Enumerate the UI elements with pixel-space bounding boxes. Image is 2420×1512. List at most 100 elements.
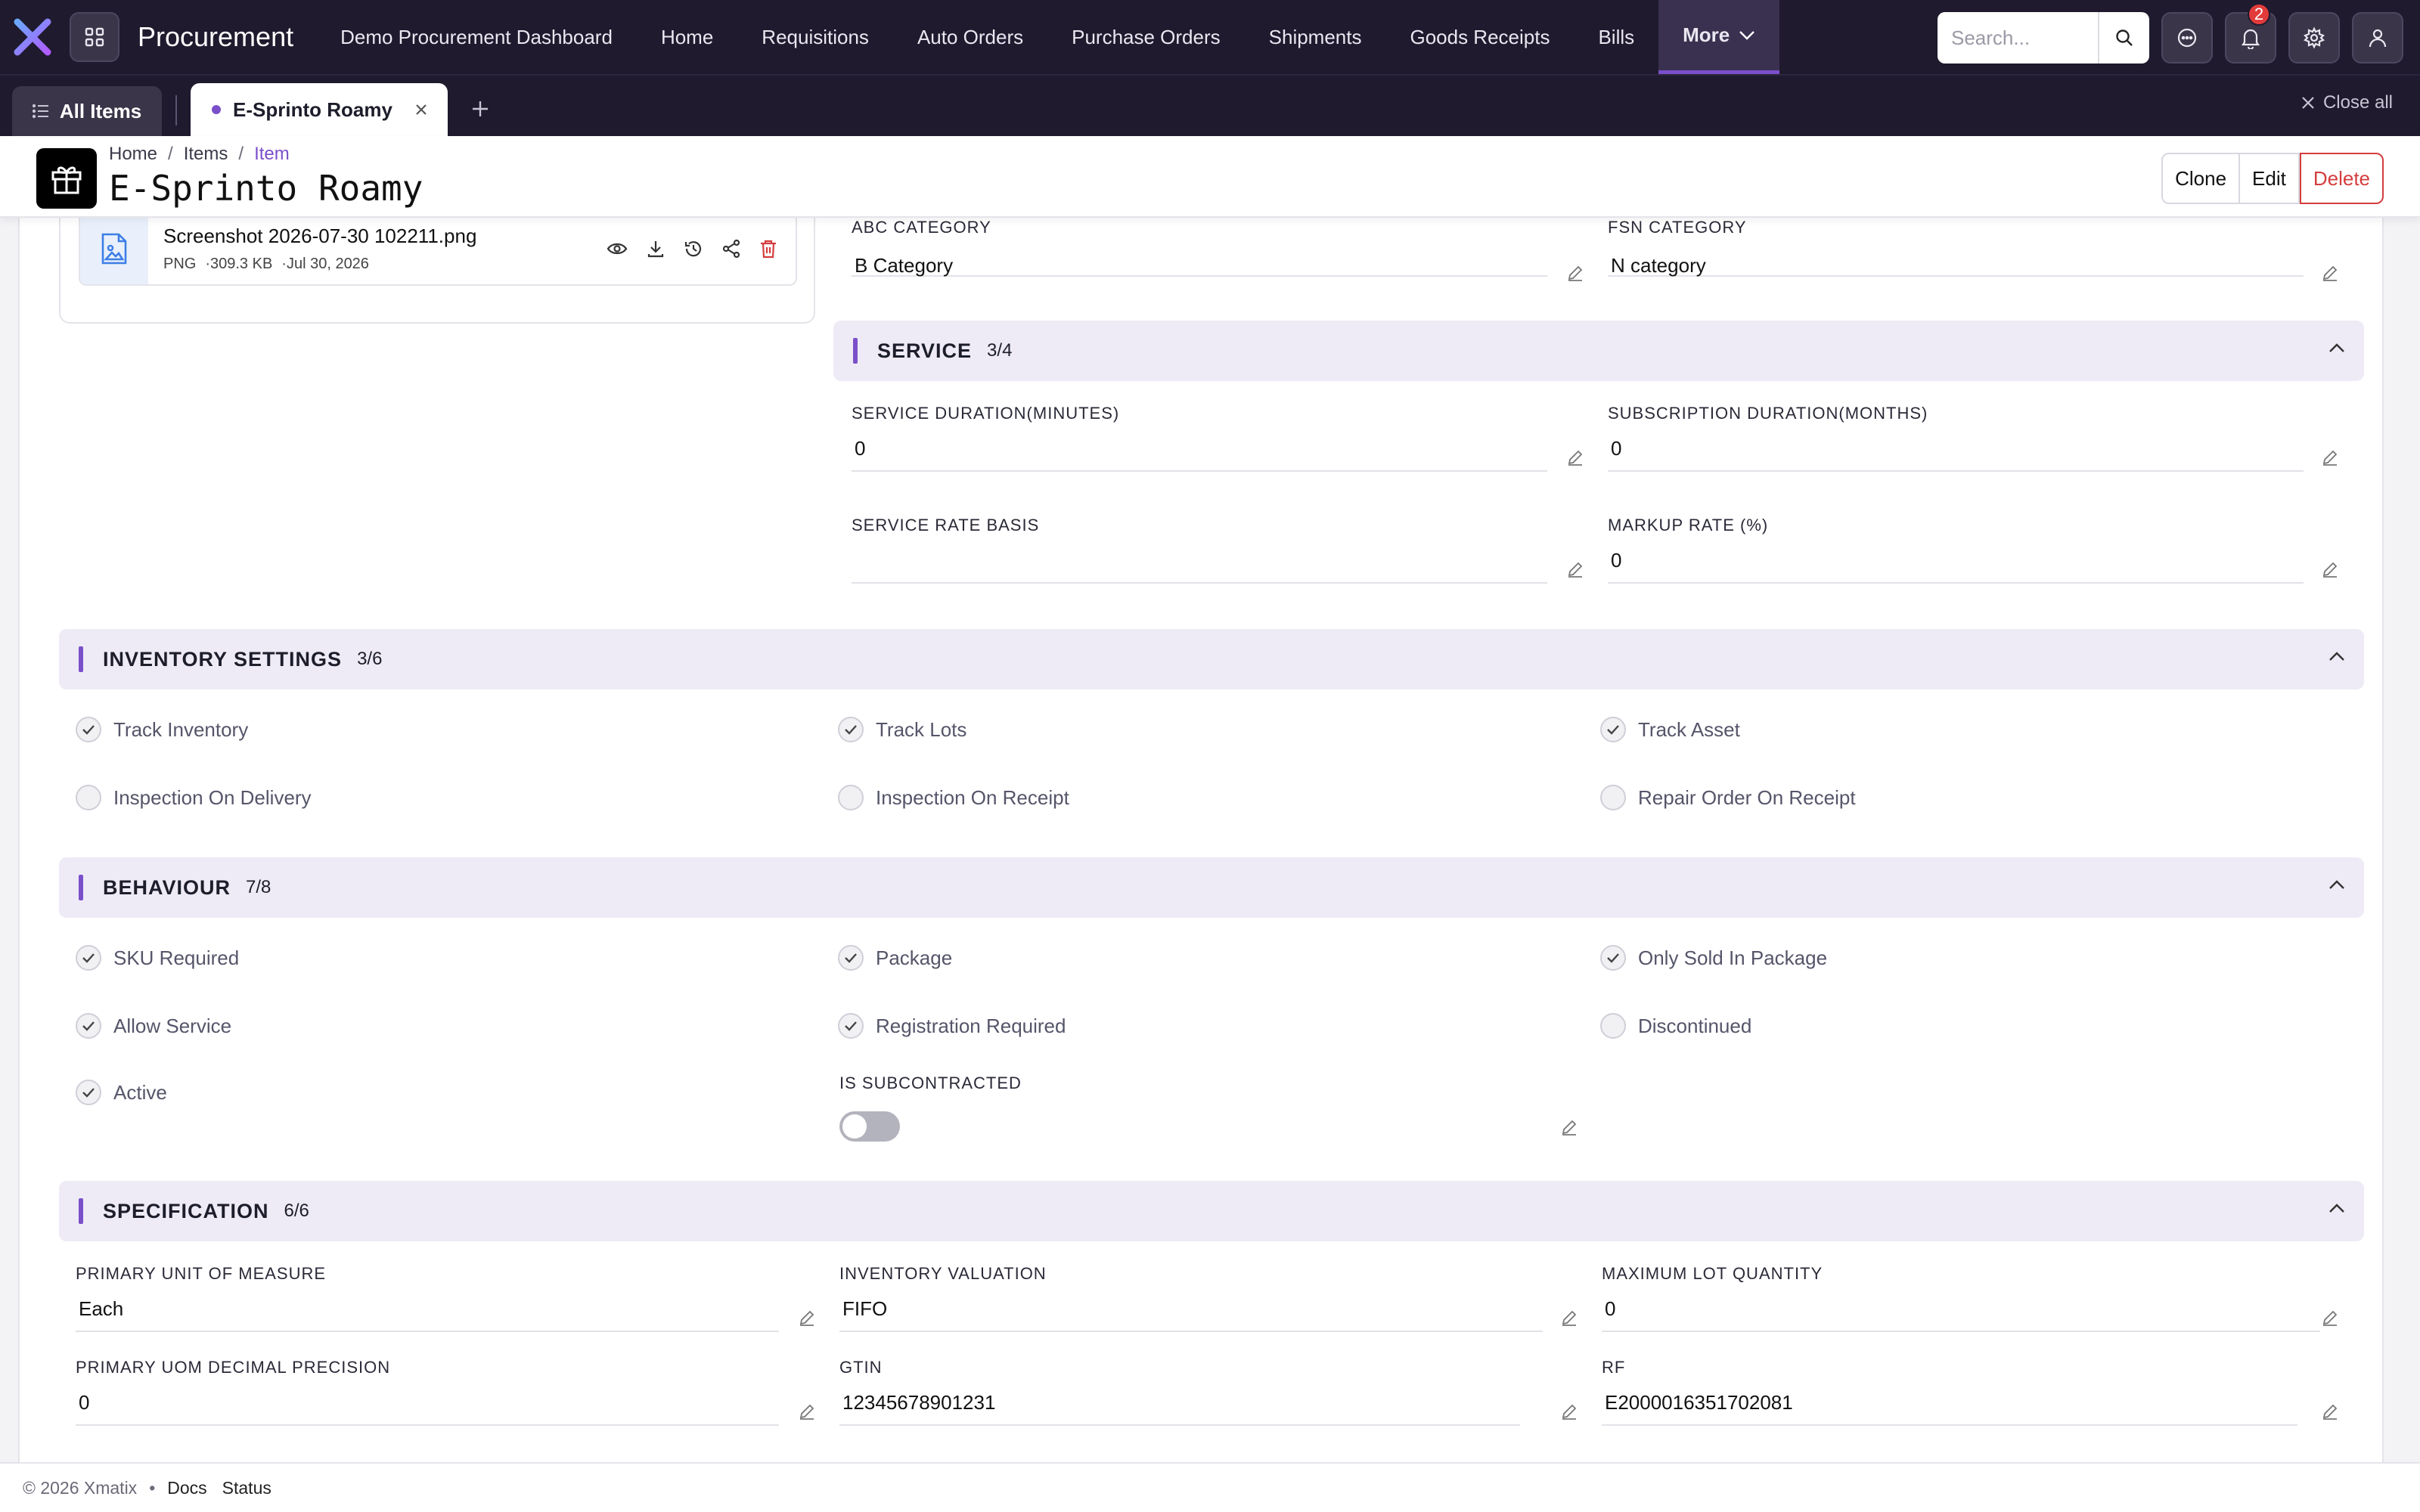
edit-button[interactable]: Edit [2240, 153, 2300, 204]
allow-service-checkbox[interactable]: Allow Service [76, 1013, 231, 1039]
tab-e-sprinto-roamy[interactable]: E-Sprinto Roamy [191, 83, 448, 136]
repair-order-on-receipt-checkbox[interactable]: Repair Order On Receipt [1600, 785, 1856, 810]
close-tab-button[interactable] [414, 98, 428, 122]
abc-category-label: ABC CATEGORY [852, 218, 991, 237]
xmatix-logo-icon[interactable] [9, 14, 56, 60]
footer-status-link[interactable]: Status [222, 1478, 271, 1498]
subscription-duration-field: SUBSCRIPTION DURATION(MONTHS) 0 [1608, 404, 2349, 472]
only-sold-in-package-checkbox[interactable]: Only Sold In Package [1600, 945, 1827, 971]
field-underline [852, 546, 1547, 584]
field-underline [1602, 1294, 2320, 1332]
edit-service-rate-basis-button[interactable] [1567, 561, 1584, 581]
package-checkbox[interactable]: Package [838, 945, 952, 971]
share-attachment-button[interactable] [721, 239, 741, 259]
notifications-button[interactable]: 2 [2225, 3, 2276, 64]
trash-icon [761, 240, 776, 259]
chevron-up-icon[interactable] [2328, 342, 2346, 354]
edit-inventory-valuation-button[interactable] [1561, 1309, 1578, 1330]
search-button[interactable] [2098, 12, 2149, 64]
track-asset-checkbox[interactable]: Track Asset [1600, 717, 1740, 742]
edit-fsn-category-button[interactable] [2322, 265, 2338, 285]
attachment-history-button[interactable] [684, 239, 703, 259]
add-tab-button[interactable] [470, 99, 490, 122]
item-detail-content[interactable]: Screenshot 2026-07-30 102211.png PNG ·309… [18, 218, 2384, 1462]
breadcrumb-items[interactable]: Items [184, 144, 228, 164]
nav-more-dropdown[interactable]: More [1658, 0, 1780, 74]
tab-all-items[interactable]: All Items [12, 86, 162, 136]
nav-demo-dashboard[interactable]: Demo Procurement Dashboard [316, 0, 637, 74]
track-inventory-checkbox[interactable]: Track Inventory [76, 717, 248, 742]
attachment-file-name: Screenshot 2026-07-30 102211.png [163, 225, 477, 247]
checkbox-label: Track Lots [876, 717, 967, 741]
service-rate-basis-label: SERVICE RATE BASIS [852, 516, 1040, 534]
active-checkbox[interactable]: Active [76, 1080, 167, 1105]
chevron-up-icon[interactable] [2328, 650, 2346, 662]
footer-docs-link[interactable]: Docs [167, 1478, 206, 1498]
search-input[interactable] [1938, 12, 2098, 64]
download-attachment-button[interactable] [646, 239, 666, 259]
primary-uom-value: Each [79, 1297, 124, 1320]
checkbox-label: Inspection On Delivery [113, 785, 312, 809]
inventory-valuation-field: INVENTORY VALUATION FIFO [839, 1264, 1581, 1332]
registration-required-checkbox[interactable]: Registration Required [838, 1013, 1066, 1039]
edit-abc-category-button[interactable] [1567, 265, 1584, 285]
subscription-duration-label: SUBSCRIPTION DURATION(MONTHS) [1608, 404, 1928, 423]
checkbox-indicator [76, 1080, 101, 1105]
service-section-header[interactable]: SERVICE 3/4 [833, 321, 2364, 381]
close-all-tabs-button[interactable]: Close all [2301, 92, 2393, 113]
edit-maximum-lot-quantity-button[interactable] [2322, 1309, 2338, 1330]
delete-attachment-button[interactable] [759, 239, 777, 259]
chat-button[interactable] [2161, 12, 2213, 64]
checkbox-indicator [76, 717, 101, 742]
nav-shipments[interactable]: Shipments [1245, 0, 1386, 74]
edit-rf-button[interactable] [2322, 1403, 2338, 1424]
header-actions: Clone Edit Delete [2161, 153, 2384, 204]
inventory-valuation-label: INVENTORY VALUATION [839, 1264, 1047, 1283]
field-underline [76, 1294, 779, 1332]
preview-attachment-button[interactable] [607, 241, 628, 256]
nav-bills[interactable]: Bills [1574, 0, 1658, 74]
checkbox-indicator [838, 717, 864, 742]
delete-button[interactable]: Delete [2299, 153, 2384, 204]
active-tab-dot [212, 105, 221, 114]
field-underline [1608, 546, 2304, 584]
behaviour-section-header[interactable]: BEHAVIOUR 7/8 [59, 857, 2364, 918]
maximum-lot-quantity-value: 0 [1605, 1297, 1616, 1320]
checkbox-label: Repair Order On Receipt [1638, 785, 1856, 809]
edit-markup-rate-button[interactable] [2322, 561, 2338, 581]
breadcrumb-home[interactable]: Home [109, 144, 157, 164]
discontinued-checkbox[interactable]: Discontinued [1600, 1013, 1751, 1039]
primary-uom-decimal-precision-label: PRIMARY UOM DECIMAL PRECISION [76, 1358, 391, 1377]
track-lots-checkbox[interactable]: Track Lots [838, 717, 966, 742]
profile-button[interactable] [2352, 12, 2403, 64]
edit-primary-uom-decimal-precision-button[interactable] [799, 1403, 815, 1424]
chevron-up-icon[interactable] [2328, 1202, 2346, 1214]
inventory-settings-section-header[interactable]: INVENTORY SETTINGS 3/6 [59, 629, 2364, 689]
checkbox-label: Discontinued [1638, 1014, 1752, 1037]
nav-auto-orders[interactable]: Auto Orders [893, 0, 1047, 74]
edit-subscription-duration-button[interactable] [2322, 449, 2338, 469]
edit-gtin-button[interactable] [1561, 1403, 1578, 1424]
apps-grid-button[interactable] [70, 12, 119, 62]
specification-section-header[interactable]: SPECIFICATION 6/6 [59, 1181, 2364, 1241]
edit-is-subcontracted-button[interactable] [1561, 1119, 1578, 1139]
pencil-icon [2322, 265, 2338, 281]
image-file-icon [80, 218, 148, 284]
inspection-on-delivery-checkbox[interactable]: Inspection On Delivery [76, 785, 312, 810]
nav-requisitions[interactable]: Requisitions [737, 0, 893, 74]
sku-required-checkbox[interactable]: SKU Required [76, 945, 239, 971]
nav-purchase-orders[interactable]: Purchase Orders [1047, 0, 1245, 74]
service-rate-basis-field: SERVICE RATE BASIS [852, 516, 1583, 584]
section-accent-bar [79, 646, 83, 672]
edit-service-duration-button[interactable] [1567, 449, 1584, 469]
inspection-on-receipt-checkbox[interactable]: Inspection On Receipt [838, 785, 1069, 810]
nav-goods-receipts[interactable]: Goods Receipts [1385, 0, 1574, 74]
settings-button[interactable] [2288, 12, 2340, 64]
nav-home[interactable]: Home [637, 0, 737, 74]
edit-primary-uom-button[interactable] [799, 1309, 815, 1330]
clone-button[interactable]: Clone [2161, 153, 2241, 204]
is-subcontracted-toggle[interactable] [839, 1111, 900, 1142]
checkbox-label: Allow Service [113, 1014, 232, 1037]
chevron-up-icon[interactable] [2328, 878, 2346, 891]
tab-divider [175, 95, 177, 125]
